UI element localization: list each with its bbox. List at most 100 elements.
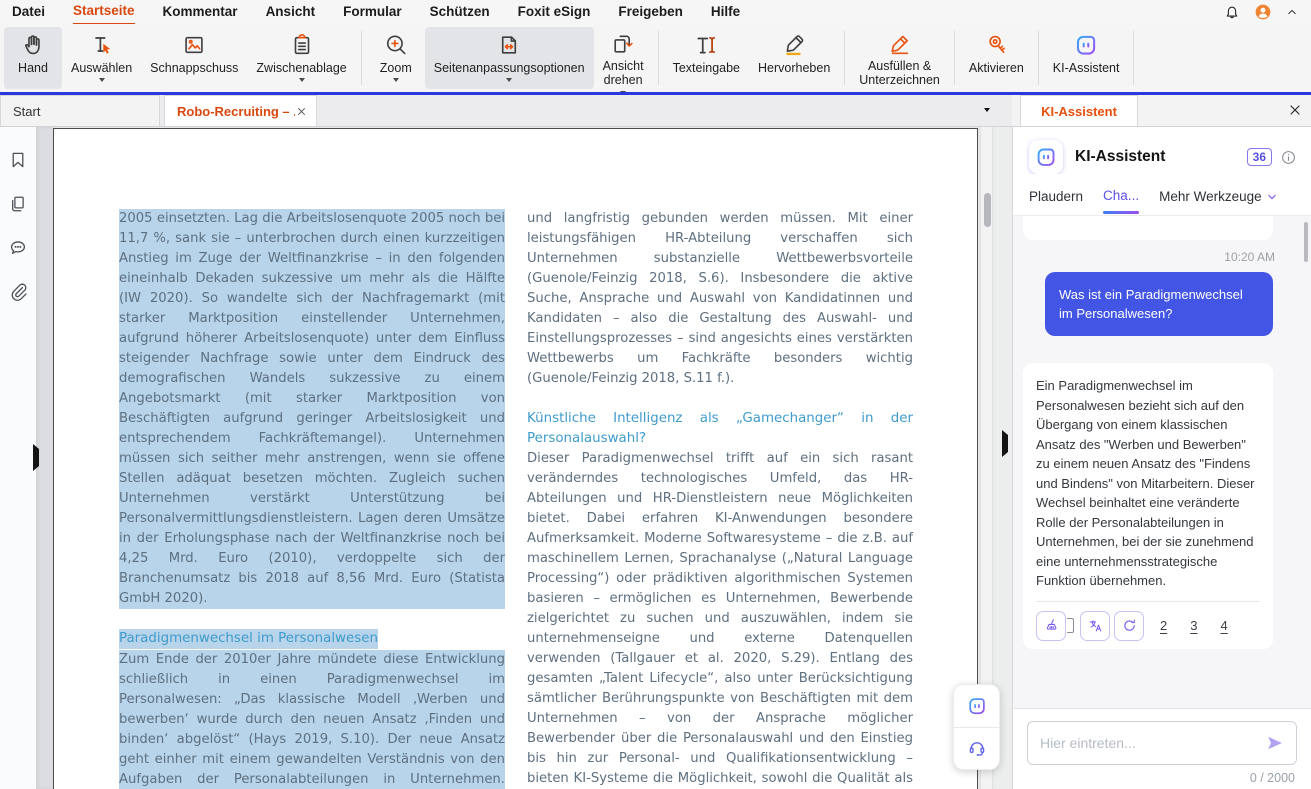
activate-key-icon xyxy=(983,31,1009,59)
pdf-column-left: 2005 einsetzten. Lag die Arbeitslosenquo… xyxy=(119,209,505,789)
menu-item-datei[interactable]: Datei xyxy=(12,0,45,24)
menu-item-formular[interactable]: Formular xyxy=(343,0,402,24)
close-tab-icon[interactable] xyxy=(295,105,308,118)
ai-message-actions: lle 2 3 4 xyxy=(1036,601,1260,643)
partial-copy-icon xyxy=(1067,618,1074,633)
highlight-button[interactable]: Hervorheben xyxy=(749,27,839,89)
select-cursor-icon xyxy=(89,31,115,59)
highlighter-icon xyxy=(781,31,807,59)
floating-readaloud-button[interactable] xyxy=(954,727,999,769)
menu-item-hilfe[interactable]: Hilfe xyxy=(711,0,740,24)
panel-expander-icon[interactable] xyxy=(1002,435,1008,453)
tab-plaudern[interactable]: Plaudern xyxy=(1029,189,1083,204)
ai-assistant-icon xyxy=(1073,31,1099,59)
regenerate-button[interactable] xyxy=(1114,611,1144,641)
ai-assistant-icon xyxy=(966,695,988,717)
ribbon-toolbar: Hand Auswählen Schnappschuss Zwischenabl… xyxy=(0,24,1311,92)
tab-start[interactable]: Start xyxy=(0,95,160,126)
typewriter-icon xyxy=(693,31,719,59)
fill-sign-button[interactable]: Ausfüllen & Unterzeichnen xyxy=(850,27,949,89)
char-counter: 0 / 2000 xyxy=(1027,771,1297,785)
pdf-paragraph: Zum Ende der 2010er Jahre mündete diese … xyxy=(119,650,505,789)
tab-chat-active[interactable]: Cha... xyxy=(1103,188,1139,205)
pdf-column-right: und langfristig gebunden werden müssen. … xyxy=(527,209,913,789)
translate-button[interactable] xyxy=(1080,611,1110,641)
source-link-2[interactable]: 2 xyxy=(1160,616,1167,636)
credits-badge[interactable]: 36 xyxy=(1247,148,1272,166)
select-tool-button[interactable]: Auswählen xyxy=(62,27,141,89)
avatar[interactable] xyxy=(1254,3,1272,21)
pdf-paragraph: Dieser Paradigmenwechsel trifft auf ein … xyxy=(527,449,913,789)
ai-assistant-icon xyxy=(1029,140,1063,174)
tab-list-dropdown-icon[interactable] xyxy=(984,108,990,112)
chat-input[interactable] xyxy=(1040,735,1264,751)
menu-item-kommentar[interactable]: Kommentar xyxy=(163,0,238,24)
zoom-button[interactable]: Zoom xyxy=(367,27,425,89)
tab-mehr-werkzeuge[interactable]: Mehr Werkzeuge xyxy=(1159,189,1278,204)
ai-message-bubble: Ein Paradigmenwechsel im Personalwesen b… xyxy=(1023,363,1273,649)
page-fit-options-button[interactable]: Seitenanpassungsoptionen xyxy=(425,27,594,89)
tab-document-active[interactable]: Robo-Recruiting – ... xyxy=(164,95,317,126)
fill-sign-icon xyxy=(887,31,913,57)
document-tab-bar: Start Robo-Recruiting – ... xyxy=(0,95,1012,127)
dropdown-arrow-icon[interactable] xyxy=(299,78,305,82)
bookmark-icon[interactable] xyxy=(7,149,29,171)
panel-title: KI-Assistent xyxy=(1075,148,1165,166)
toolbar-separator xyxy=(1133,31,1134,85)
toolbar-separator xyxy=(1038,31,1039,85)
headset-icon xyxy=(966,737,988,759)
chat-scrollbar-thumb[interactable] xyxy=(1304,222,1308,262)
rotate-view-button[interactable]: Ansicht drehen xyxy=(594,27,653,89)
comments-icon[interactable] xyxy=(7,237,29,259)
chat-history[interactable]: 10:20 AM Was ist ein Paradigmenwechsel i… xyxy=(1013,216,1311,708)
hand-icon xyxy=(20,31,46,59)
clipboard-icon xyxy=(289,31,315,59)
menu-bar: Datei Startseite Kommentar Ansicht Formu… xyxy=(0,0,1311,24)
pdf-page[interactable]: 2005 einsetzten. Lag die Arbeitslosenquo… xyxy=(53,128,978,789)
fit-width-icon xyxy=(496,31,522,59)
floating-ai-button[interactable] xyxy=(954,685,999,727)
previous-message-bubble xyxy=(1023,216,1273,240)
pdf-paragraph: und langfristig gebunden werden müssen. … xyxy=(527,209,913,389)
bell-icon[interactable] xyxy=(1223,3,1241,21)
menu-item-freigeben[interactable]: Freigeben xyxy=(618,0,683,24)
ki-assistent-panel: KI-Assistent 36 Plaudern Cha... Mehr Wer… xyxy=(1012,127,1311,789)
menu-item-ansicht[interactable]: Ansicht xyxy=(266,0,316,24)
pages-icon[interactable] xyxy=(7,193,29,215)
close-panel-icon[interactable] xyxy=(1287,102,1303,118)
snapshot-button[interactable]: Schnappschuss xyxy=(141,27,247,89)
tab-ki-assistent[interactable]: KI-Assistent xyxy=(1020,95,1138,126)
dropdown-arrow-icon[interactable] xyxy=(99,78,105,82)
send-icon[interactable] xyxy=(1264,732,1286,754)
panel-tabs: Plaudern Cha... Mehr Werkzeuge xyxy=(1013,174,1311,216)
floating-assistant-buttons xyxy=(953,684,1000,770)
clean-button[interactable] xyxy=(1036,611,1066,641)
clipboard-button[interactable]: Zwischenablage xyxy=(247,27,355,89)
scrollbar-thumb[interactable] xyxy=(984,193,991,227)
attachment-icon[interactable] xyxy=(7,281,29,303)
ai-assistant-button[interactable]: KI-Assistent xyxy=(1044,27,1129,89)
activate-button[interactable]: Aktivieren xyxy=(960,27,1033,89)
hand-tool-button[interactable]: Hand xyxy=(4,27,62,89)
chat-input-box[interactable] xyxy=(1027,721,1297,765)
zoom-icon xyxy=(383,31,409,59)
collapse-toolbar-icon[interactable] xyxy=(1285,5,1299,19)
dropdown-arrow-icon[interactable] xyxy=(393,78,399,82)
dropdown-arrow-icon[interactable] xyxy=(506,78,512,82)
menu-item-foxit-esign[interactable]: Foxit eSign xyxy=(518,0,591,24)
info-icon[interactable] xyxy=(1280,149,1297,166)
menu-item-schuetzen[interactable]: Schützen xyxy=(430,0,490,24)
menu-item-startseite[interactable]: Startseite xyxy=(73,0,135,25)
sidebar-expander-icon[interactable] xyxy=(33,449,39,467)
source-link-4[interactable]: 4 xyxy=(1220,616,1227,636)
document-area: 2005 einsetzten. Lag die Arbeitslosenquo… xyxy=(53,127,1012,789)
source-link-3[interactable]: 3 xyxy=(1190,616,1197,636)
chevron-down-icon xyxy=(1266,191,1278,203)
pdf-heading: Künstliche Intelligenz als „Gamechanger“… xyxy=(527,409,913,449)
toolbar-separator xyxy=(361,31,362,85)
typewriter-button[interactable]: Texteingabe xyxy=(664,27,749,89)
user-message-bubble: Was ist ein Paradigmenwechsel im Persona… xyxy=(1045,272,1273,336)
toolbar-separator xyxy=(658,31,659,85)
navigation-sidebar xyxy=(0,127,36,789)
panel-header: KI-Assistent 36 xyxy=(1013,127,1311,174)
